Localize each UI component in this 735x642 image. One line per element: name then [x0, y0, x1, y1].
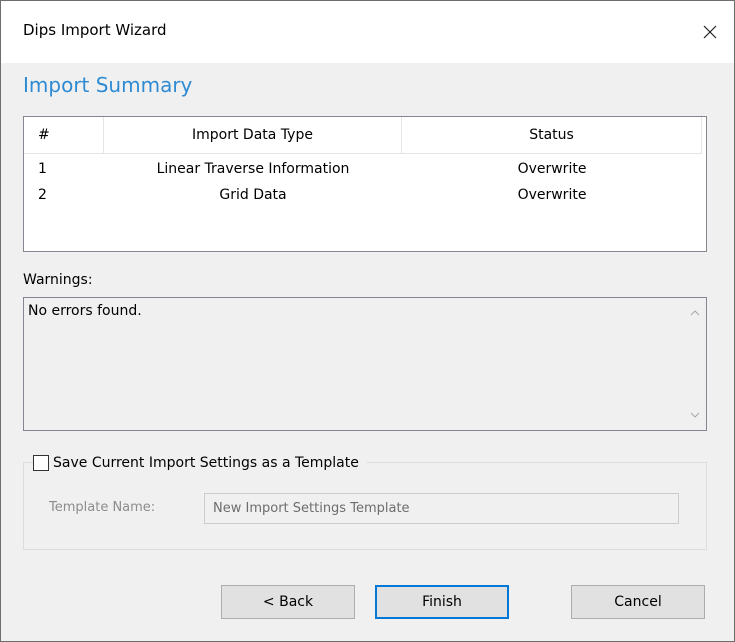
- template-name-input[interactable]: New Import Settings Template: [204, 493, 679, 524]
- save-template-checkbox-label[interactable]: Save Current Import Settings as a Templa…: [53, 455, 359, 471]
- scroll-down-button[interactable]: [684, 405, 706, 425]
- row-number: 1: [38, 161, 47, 177]
- template-name-label: Template Name:: [49, 500, 156, 515]
- warnings-label: Warnings:: [23, 272, 93, 288]
- chevron-down-icon: [690, 412, 700, 418]
- import-summary-list[interactable]: # Import Data Type Status 1 Linear Trave…: [23, 116, 707, 252]
- column-header-number[interactable]: #: [24, 117, 104, 153]
- column-header-import-data-type[interactable]: Import Data Type: [104, 117, 402, 153]
- row-number: 2: [38, 187, 47, 203]
- save-template-checkbox-row[interactable]: Save Current Import Settings as a Templa…: [33, 453, 367, 473]
- cancel-button[interactable]: Cancel: [571, 585, 705, 619]
- list-header: # Import Data Type Status: [24, 117, 702, 154]
- scroll-up-button[interactable]: [684, 303, 706, 323]
- close-icon: [703, 25, 717, 39]
- window-title: Dips Import Wizard: [23, 21, 167, 39]
- row-status: Overwrite: [517, 161, 587, 177]
- back-button[interactable]: < Back: [221, 585, 355, 619]
- warnings-text: No errors found.: [28, 303, 142, 319]
- section-title: Import Summary: [23, 73, 193, 97]
- table-row[interactable]: 1 Linear Traverse Information Overwrite: [24, 157, 702, 181]
- close-button[interactable]: [686, 1, 734, 63]
- warnings-textbox[interactable]: No errors found.: [23, 297, 707, 431]
- title-bar: Dips Import Wizard: [1, 1, 734, 63]
- dialog-window: Dips Import Wizard Import Summary # Impo…: [0, 0, 735, 642]
- column-header-status[interactable]: Status: [402, 117, 702, 153]
- row-import-data-type: Grid Data: [219, 187, 287, 203]
- row-status: Overwrite: [517, 187, 587, 203]
- warnings-scrollbar[interactable]: [684, 298, 706, 430]
- table-row[interactable]: 2 Grid Data Overwrite: [24, 183, 702, 207]
- finish-button[interactable]: Finish: [375, 585, 509, 619]
- save-template-checkbox[interactable]: [33, 455, 49, 471]
- chevron-up-icon: [690, 310, 700, 316]
- row-import-data-type: Linear Traverse Information: [156, 161, 350, 177]
